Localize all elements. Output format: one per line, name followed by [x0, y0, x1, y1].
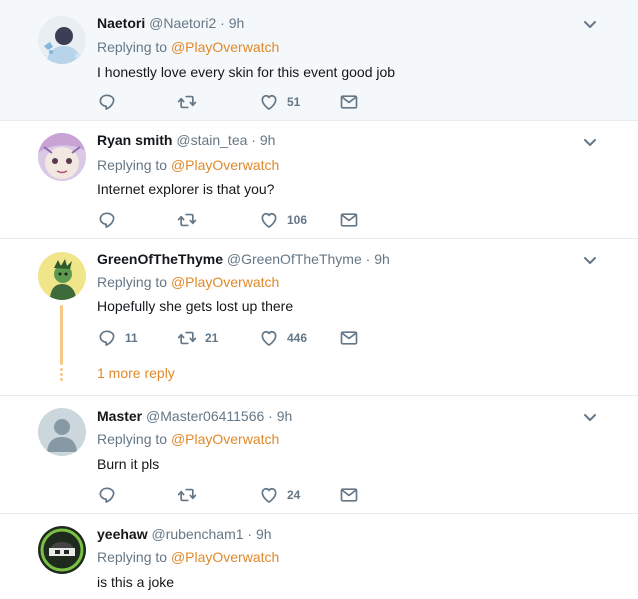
thread-dots — [60, 368, 63, 383]
replying-to: Replying to @PlayOverwatch — [97, 38, 279, 56]
tweet-master[interactable]: Master @Master06411566 · 9h Replying to … — [0, 396, 638, 514]
timestamp[interactable]: 9h — [229, 15, 245, 31]
direct-message-icon — [339, 485, 359, 505]
tweet-text: Burn it pls — [97, 456, 160, 472]
tweet-naetori[interactable]: Naetori @Naetori2 · 9h Replying to @Play… — [0, 0, 638, 121]
separator: · — [220, 15, 225, 31]
separator: · — [268, 408, 273, 424]
retweet-icon — [177, 92, 197, 112]
retweet-icon — [177, 485, 197, 505]
retweet-button[interactable]: 21 — [177, 328, 218, 348]
author-name[interactable]: Master — [97, 408, 142, 424]
direct-message-button[interactable] — [339, 485, 359, 505]
like-icon — [259, 92, 279, 112]
replying-to-label: Replying to — [97, 274, 168, 290]
chevron-down-icon[interactable] — [582, 16, 598, 32]
tweet-text: Internet explorer is that you? — [97, 181, 275, 197]
avatar[interactable] — [38, 526, 86, 574]
like-button[interactable]: 106 — [259, 210, 307, 230]
thread-line — [60, 305, 63, 365]
mention-link[interactable]: @PlayOverwatch — [171, 157, 279, 173]
direct-message-button[interactable] — [339, 92, 359, 112]
author-handle[interactable]: @stain_tea — [176, 132, 247, 148]
mention-link[interactable]: @PlayOverwatch — [171, 431, 279, 447]
replying-to: Replying to @PlayOverwatch — [97, 273, 279, 291]
author-handle[interactable]: @Naetori2 — [149, 15, 216, 31]
author-name[interactable]: Ryan smith — [97, 132, 172, 148]
reply-button[interactable]: 11 — [97, 328, 138, 348]
mention-link[interactable]: @PlayOverwatch — [171, 39, 279, 55]
tweet-text: is this a joke — [97, 574, 175, 590]
retweet-count: 21 — [205, 331, 219, 345]
action-bar: 51 — [97, 92, 397, 112]
separator: · — [365, 251, 371, 267]
retweet-button[interactable] — [177, 210, 205, 230]
chevron-down-icon[interactable] — [582, 252, 598, 268]
like-button[interactable]: 24 — [259, 485, 300, 505]
direct-message-button[interactable] — [339, 328, 359, 348]
chevron-down-icon[interactable] — [582, 134, 598, 150]
replying-to-label: Replying to — [97, 549, 168, 565]
separator: · — [247, 526, 253, 542]
replying-to-label: Replying to — [97, 39, 168, 55]
timestamp[interactable]: 9h — [277, 408, 293, 424]
reply-icon — [97, 210, 117, 230]
author-handle[interactable]: @Master06411566 — [146, 408, 264, 424]
replying-to-label: Replying to — [97, 157, 168, 173]
reply-button[interactable] — [97, 485, 125, 505]
mention-link[interactable]: @PlayOverwatch — [171, 274, 279, 290]
like-icon — [259, 485, 279, 505]
action-bar: 24 — [97, 485, 397, 505]
avatar[interactable] — [38, 252, 86, 300]
like-count: 24 — [287, 488, 301, 502]
avatar[interactable] — [38, 133, 86, 181]
author-name[interactable]: GreenOfTheThyme — [97, 251, 223, 267]
direct-message-button[interactable] — [339, 210, 359, 230]
reply-button[interactable] — [97, 210, 125, 230]
like-count: 106 — [287, 213, 308, 227]
reply-icon — [97, 328, 117, 348]
like-button[interactable]: 446 — [259, 328, 307, 348]
tweet-text: I honestly love every skin for this even… — [97, 64, 396, 80]
replying-to-label: Replying to — [97, 431, 168, 447]
like-icon — [259, 328, 279, 348]
author-name[interactable]: Naetori — [97, 15, 145, 31]
author-handle[interactable]: @rubencham1 — [151, 526, 243, 542]
direct-message-icon — [339, 328, 359, 348]
retweet-button[interactable] — [177, 92, 205, 112]
reply-button[interactable] — [97, 92, 125, 112]
avatar[interactable] — [38, 16, 86, 64]
like-icon — [259, 210, 279, 230]
mention-link[interactable]: @PlayOverwatch — [171, 549, 279, 565]
separator: · — [251, 132, 256, 148]
tweet-yeehaw[interactable]: yeehaw @rubencham1 · 9h Replying to @Pla… — [0, 514, 638, 599]
reply-icon — [97, 485, 117, 505]
action-bar: 106 — [97, 210, 397, 230]
reply-icon — [97, 92, 117, 112]
author-handle[interactable]: @GreenOfTheThyme — [227, 251, 362, 267]
replying-to: Replying to @PlayOverwatch — [97, 430, 279, 448]
chevron-down-icon[interactable] — [582, 409, 598, 425]
retweet-button[interactable] — [177, 485, 205, 505]
reply-count: 11 — [125, 331, 138, 345]
tweet-ryan-smith[interactable]: Ryan smith @stain_tea · 9h Replying to @… — [0, 121, 638, 239]
retweet-icon — [177, 328, 197, 348]
timestamp[interactable]: 9h — [260, 132, 276, 148]
author-name[interactable]: yeehaw — [97, 526, 148, 542]
like-count: 446 — [287, 331, 308, 345]
timestamp[interactable]: 9h — [256, 526, 272, 542]
tweet-greenofthethyme[interactable]: GreenOfTheThyme @GreenOfTheThyme · 9h Re… — [0, 239, 638, 396]
tweet-text: Hopefully she gets lost up there — [97, 298, 294, 314]
action-bar: 11 21 446 — [97, 328, 397, 348]
timestamp[interactable]: 9h — [374, 251, 390, 267]
replying-to: Replying to @PlayOverwatch — [97, 548, 279, 566]
like-count: 51 — [287, 95, 301, 109]
like-button[interactable]: 51 — [259, 92, 300, 112]
retweet-icon — [177, 210, 197, 230]
direct-message-icon — [339, 210, 359, 230]
avatar[interactable] — [38, 408, 86, 456]
more-replies-link[interactable]: 1 more reply — [97, 364, 175, 382]
replying-to: Replying to @PlayOverwatch — [97, 156, 279, 174]
direct-message-icon — [339, 92, 359, 112]
